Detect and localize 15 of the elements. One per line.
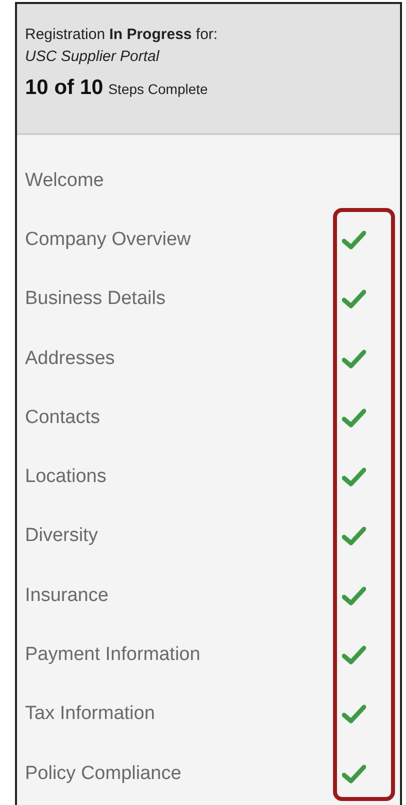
step-link[interactable]: Contacts [25,406,100,429]
step-link[interactable]: Company Overview [25,228,191,251]
step-link[interactable]: Addresses [25,348,115,370]
step-link[interactable]: Welcome [25,170,104,192]
step-link[interactable]: Diversity [25,525,98,548]
step-count-label: Steps Complete [108,81,208,97]
portal-name: USC Supplier Portal [25,47,160,67]
step-link[interactable]: Payment Information [25,644,200,666]
step-link[interactable]: Business Details [25,288,166,310]
step-link[interactable]: Locations [25,466,106,488]
step-link[interactable]: Policy Compliance [25,762,182,785]
step-link[interactable]: Tax Information [25,703,155,726]
registration-status: Registration In Progress for: [25,25,219,45]
step-link[interactable]: Insurance [25,584,108,607]
step-count: 10 of 10 [25,76,104,100]
